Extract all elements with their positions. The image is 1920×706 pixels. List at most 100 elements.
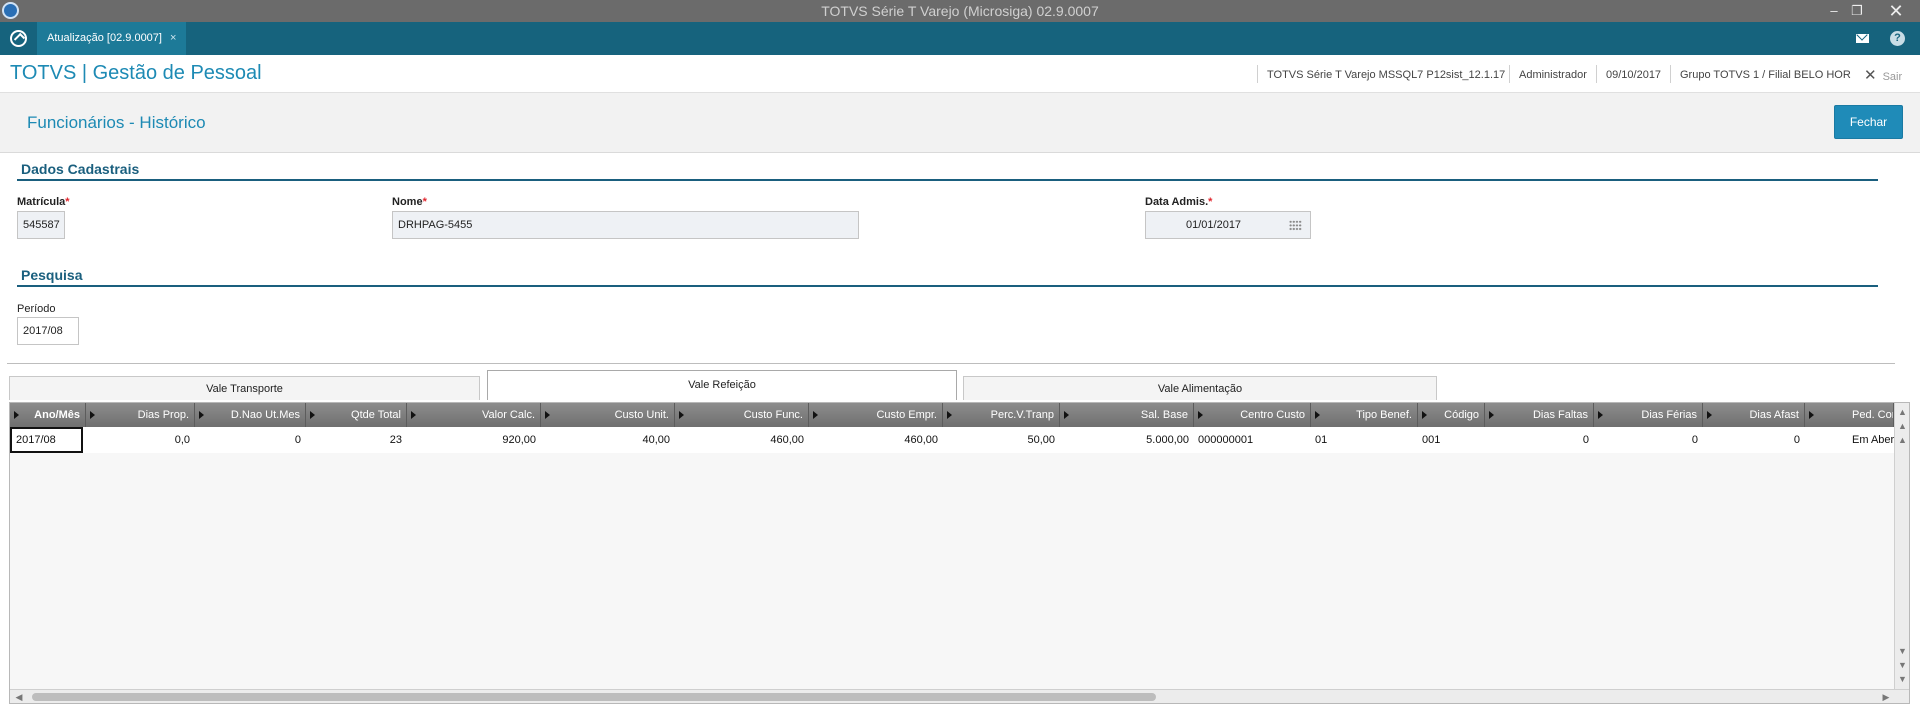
window-title: TOTVS Série T Varejo (Microsiga) 02.9.00… [821,3,1099,19]
benefits-grid: Ano/Mês Dias Prop. D.Nao Ut.Mes Qtde Tot… [9,402,1910,704]
column-arrow-icon [1198,411,1203,419]
section-title-pesquisa: Pesquisa [21,267,83,283]
header-divider [1257,65,1258,83]
section-divider [17,179,1878,181]
scroll-top-icon[interactable]: ▲ [1897,406,1908,418]
tab-vale-alimentacao[interactable]: Vale Alimentação [963,376,1437,400]
cell-qtde-total[interactable]: 23 [306,427,407,453]
table-row[interactable]: 2017/08 0,0 0 23 920,00 40,00 460,00 460… [10,427,1894,453]
column-header-perc-v-tranp[interactable]: Perc.V.Tranp [943,403,1060,427]
fechar-button[interactable]: Fechar [1834,105,1903,139]
exit-button[interactable]: ✕ Sair [1864,66,1902,84]
column-arrow-icon [947,411,952,419]
cell-dias-prop[interactable]: 0,0 [86,427,195,453]
app-tabbar: Atualização [02.9.0007] × ? [0,22,1920,55]
cell-ped-compra[interactable]: Em Aberto [1805,427,1894,453]
periodo-field[interactable]: 2017/08 [17,317,79,345]
column-header-tipo-benef[interactable]: Tipo Benef. [1311,403,1418,427]
column-header-ano-mes[interactable]: Ano/Mês [10,403,86,427]
nome-label: Nome* [392,196,427,208]
horizontal-scroll-thumb[interactable] [32,693,1156,701]
data-admissao-value: 01/01/2017 [1186,219,1242,231]
scroll-up-icon[interactable]: ▲ [1897,420,1908,432]
column-arrow-icon [813,411,818,419]
column-header-ped-compra[interactable]: Ped. Compra [1805,403,1894,427]
tab-vale-refeicao[interactable]: Vale Refeição [487,370,957,400]
column-header-dias-ferias[interactable]: Dias Férias [1594,403,1703,427]
tab-atualizacao[interactable]: Atualização [02.9.0007] × [37,22,187,55]
scroll-bottom-icon[interactable]: ▼ [1897,673,1908,685]
exit-label: Sair [1882,71,1903,83]
tab-label: Atualização [02.9.0007] [47,32,162,44]
mail-icon[interactable] [1856,34,1869,43]
section-title-dados-cadastrais: Dados Cadastrais [21,161,140,177]
header-divider [1670,65,1671,83]
column-arrow-icon [545,411,550,419]
scroll-page-up-icon[interactable]: ▲ [1897,434,1908,446]
column-header-custo-func[interactable]: Custo Func. [675,403,809,427]
cell-centro-custo[interactable]: 000000001 [1194,427,1311,453]
scroll-right-icon[interactable]: ▶ [1880,691,1892,703]
column-header-qtde-total[interactable]: Qtde Total [306,403,407,427]
scroll-left-icon[interactable]: ◀ [13,691,25,703]
tab-vale-transporte[interactable]: Vale Transporte [9,376,480,400]
column-arrow-icon [679,411,684,419]
cell-dias-ferias[interactable]: 0 [1594,427,1703,453]
column-header-d-nao-ut-mes[interactable]: D.Nao Ut.Mes [195,403,306,427]
cell-perc-v-tranp[interactable]: 50,00 [943,427,1060,453]
cell-custo-func[interactable]: 460,00 [675,427,809,453]
matricula-field[interactable]: 545587 [17,211,65,239]
header-divider [1596,65,1597,83]
column-header-sal-base[interactable]: Sal. Base [1060,403,1194,427]
data-admissao-label: Data Admis.* [1145,196,1213,208]
window-close-button[interactable]: ✕ [1882,1,1910,21]
grid-horizontal-scrollbar[interactable]: ◀ ▶ [10,689,1909,703]
header-divider [1509,65,1510,83]
column-arrow-icon [1315,411,1320,419]
column-header-dias-afast[interactable]: Dias Afast [1703,403,1805,427]
cell-d-nao-ut-mes[interactable]: 0 [195,427,306,453]
matricula-label: Matrícula* [17,196,70,208]
column-header-custo-empr[interactable]: Custo Empr. [809,403,943,427]
window-titlebar: TOTVS Série T Varejo (Microsiga) 02.9.00… [0,0,1920,22]
column-arrow-icon [1489,411,1494,419]
column-header-centro-custo[interactable]: Centro Custo [1194,403,1311,427]
nome-field[interactable]: DRHPAG-5455 [392,211,859,239]
help-icon[interactable]: ? [1890,31,1905,46]
column-arrow-icon [1809,411,1814,419]
form-divider [7,363,1895,364]
cell-custo-unit[interactable]: 40,00 [541,427,675,453]
home-icon[interactable] [10,30,27,47]
column-header-dias-faltas[interactable]: Dias Faltas [1485,403,1594,427]
cell-sal-base[interactable]: 5.000,00 [1060,427,1194,453]
grid-header: Ano/Mês Dias Prop. D.Nao Ut.Mes Qtde Tot… [10,403,1894,427]
column-arrow-icon [14,411,19,419]
environment-info: TOTVS Série T Varejo MSSQL7 P12sist_12.1… [1267,69,1506,81]
column-header-codigo[interactable]: Código [1418,403,1485,427]
cell-tipo-benef[interactable]: 01 [1311,427,1418,453]
column-arrow-icon [1064,411,1069,419]
grid-vertical-scrollbar[interactable]: ▲ ▲ ▲ ▼ ▼ ▼ [1894,403,1909,689]
scroll-down-icon[interactable]: ▼ [1897,659,1908,671]
column-arrow-icon [1707,411,1712,419]
scroll-page-down-icon[interactable]: ▼ [1897,645,1908,657]
branch-info: Grupo TOTVS 1 / Filial BELO HOR [1680,69,1851,81]
cell-ano-mes[interactable]: 2017/08 [10,427,83,453]
column-header-custo-unit[interactable]: Custo Unit. [541,403,675,427]
periodo-label: Período [17,303,56,315]
column-header-valor-calc[interactable]: Valor Calc. [407,403,541,427]
column-header-dias-prop[interactable]: Dias Prop. [86,403,195,427]
column-arrow-icon [1422,411,1427,419]
cell-valor-calc[interactable]: 920,00 [407,427,541,453]
restore-button[interactable]: ❐ [1843,1,1871,21]
page-title: Funcionários - Histórico [27,113,206,132]
column-arrow-icon [90,411,95,419]
data-admissao-field[interactable]: 01/01/2017 [1145,211,1311,239]
calendar-icon[interactable] [1289,220,1302,231]
cell-custo-empr[interactable]: 460,00 [809,427,943,453]
cell-codigo[interactable]: 001 [1418,427,1485,453]
app-header: TOTVS | Gestão de Pessoal TOTVS Série T … [0,55,1920,93]
tab-close-icon[interactable]: × [170,32,176,44]
cell-dias-faltas[interactable]: 0 [1485,427,1594,453]
cell-dias-afast[interactable]: 0 [1703,427,1805,453]
